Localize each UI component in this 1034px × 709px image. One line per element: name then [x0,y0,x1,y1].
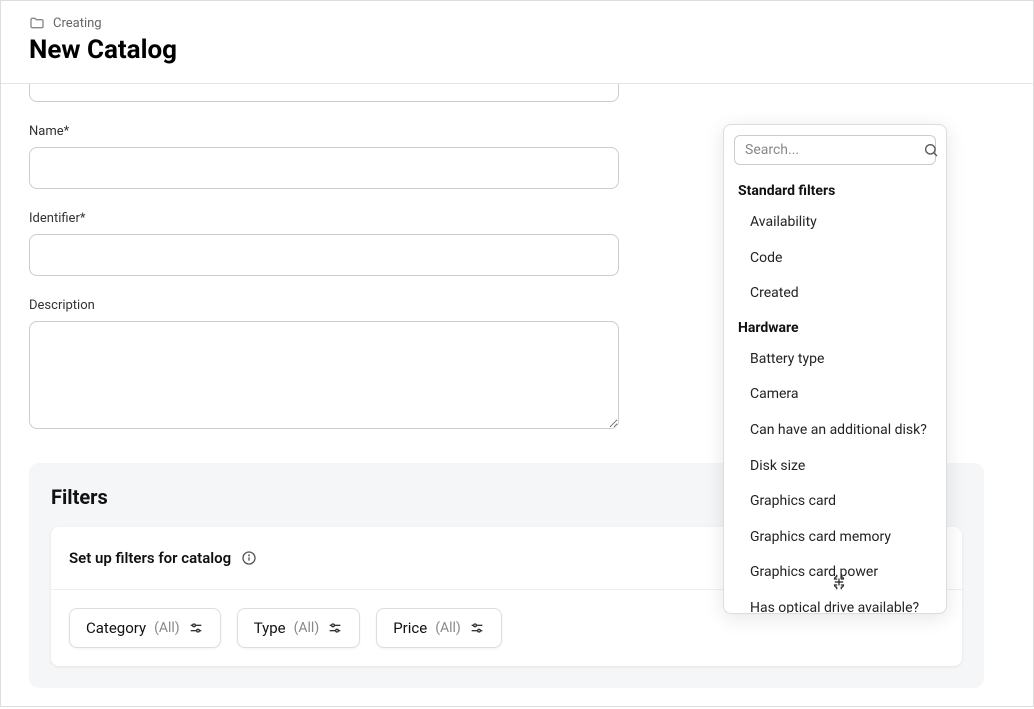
form-group-name: Name* [29,124,619,189]
dropdown-item-battery-type[interactable]: Battery type [724,342,946,378]
name-input[interactable] [29,147,619,189]
filter-chip-category[interactable]: Category (All) [69,608,221,648]
dropdown-item-availability[interactable]: Availability [724,205,946,241]
name-label: Name* [29,124,619,139]
dropdown-item-graphics-card-memory[interactable]: Graphics card memory [724,520,946,556]
filters-header-left: Set up filters for catalog [69,549,257,567]
main-content: Name* Identifier* Description Filters Se… [1,84,1033,709]
info-icon[interactable] [241,550,257,566]
dropdown-item-additional-disk[interactable]: Can have an additional disk? [724,413,946,449]
chip-scope: (All) [294,620,320,636]
sliders-icon [469,620,485,636]
dropdown-item-graphics-card[interactable]: Graphics card [724,484,946,520]
setup-filters-text: Set up filters for catalog [69,549,231,567]
dropdown-item-graphics-card-power[interactable]: Graphics card power [724,555,946,591]
dropdown-item-disk-size[interactable]: Disk size [724,449,946,485]
dropdown-group-header: Hardware [724,312,946,342]
chip-label: Type [254,619,286,637]
description-textarea[interactable] [29,321,619,429]
chip-scope: (All) [154,620,180,636]
partial-input-top[interactable] [29,84,619,102]
filter-chip-price[interactable]: Price (All) [376,608,502,648]
form-area: Name* Identifier* Description [29,84,619,433]
search-input[interactable] [745,142,923,158]
search-icon [923,142,939,158]
identifier-input[interactable] [29,234,619,276]
dropdown-item-code[interactable]: Code [724,241,946,277]
dropdown-list[interactable]: Standard filters Availability Code Creat… [724,175,946,613]
form-group-identifier: Identifier* [29,211,619,276]
filter-dropdown-panel: Standard filters Availability Code Creat… [723,124,947,614]
sliders-icon [188,620,204,636]
search-wrapper [734,135,936,165]
page-title: New Catalog [29,35,1005,65]
folder-icon [29,15,45,31]
chip-label: Category [86,619,146,637]
chip-label: Price [393,619,427,637]
dropdown-item-created[interactable]: Created [724,276,946,312]
breadcrumb-label: Creating [53,16,102,31]
dropdown-item-optical-drive[interactable]: Has optical drive available? [724,591,946,613]
page-header: Creating New Catalog [1,1,1033,84]
dropdown-item-camera[interactable]: Camera [724,377,946,413]
dropdown-search-container [724,125,946,175]
identifier-label: Identifier* [29,211,619,226]
chip-scope: (All) [435,620,461,636]
sliders-icon [327,620,343,636]
filter-chip-type[interactable]: Type (All) [237,608,361,648]
breadcrumb: Creating [29,15,1005,31]
form-group-description: Description [29,298,619,433]
dropdown-group-header: Standard filters [724,175,946,205]
description-label: Description [29,298,619,313]
